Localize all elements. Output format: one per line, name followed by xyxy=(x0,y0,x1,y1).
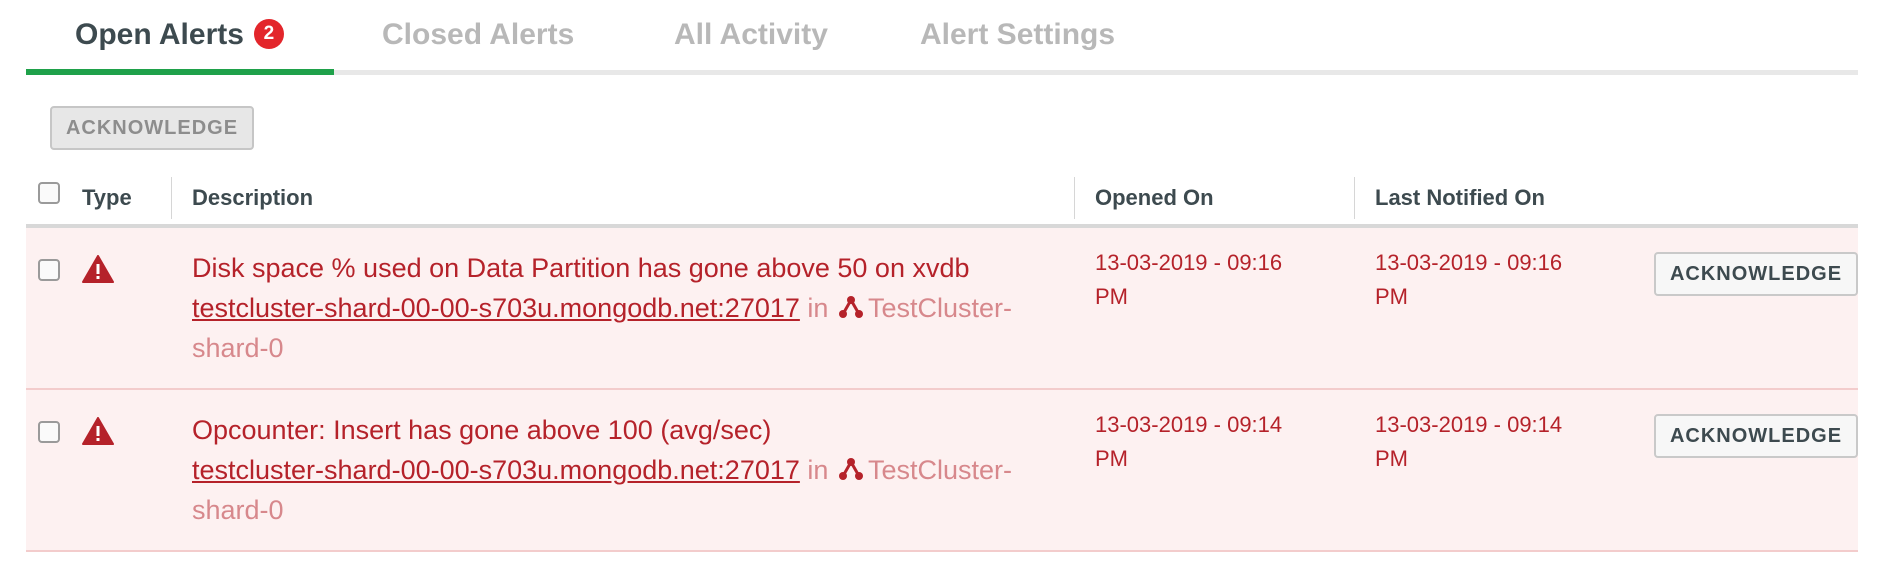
open-alerts-count-badge: 2 xyxy=(253,19,284,50)
tab-all-activity[interactable]: All Activity xyxy=(674,0,828,75)
cluster-link-continued[interactable]: shard-0 xyxy=(192,495,284,525)
warning-triangle-icon xyxy=(82,417,114,445)
alert-row: Disk space % used on Data Partition has … xyxy=(26,228,1858,390)
replica-set-icon xyxy=(838,296,863,318)
tab-closed-alerts[interactable]: Closed Alerts xyxy=(382,0,574,75)
header-description: Description xyxy=(192,185,314,210)
row-select-checkbox[interactable] xyxy=(38,421,60,443)
last-notified-value: 13-03-2019 - 09:14 PM xyxy=(1375,408,1605,476)
in-label: in xyxy=(807,455,829,485)
alerts-table-header: Type Description Opened On Last Notified… xyxy=(26,173,1858,228)
alert-description: Disk space % used on Data Partition has … xyxy=(192,248,1072,368)
last-notified-ampm: PM xyxy=(1375,446,1408,471)
opened-on-value: 13-03-2019 - 09:14 PM xyxy=(1095,408,1325,476)
cluster-link-continued[interactable]: shard-0 xyxy=(192,333,284,363)
cluster-link[interactable]: TestCluster- xyxy=(868,293,1012,323)
in-label: in xyxy=(807,293,829,323)
host-link[interactable]: testcluster-shard-00-00-s703u.mongodb.ne… xyxy=(192,455,800,485)
row-select-checkbox[interactable] xyxy=(38,259,60,281)
cluster-link[interactable]: TestCluster- xyxy=(868,455,1012,485)
header-divider xyxy=(1074,177,1075,219)
header-last-notified-on: Last Notified On xyxy=(1375,185,1545,210)
alert-description: Opcounter: Insert has gone above 100 (av… xyxy=(192,410,1072,530)
select-all-checkbox[interactable] xyxy=(38,182,60,204)
bulk-acknowledge-button[interactable]: ACKNOWLEDGE xyxy=(50,106,254,150)
last-notified-datetime: 13-03-2019 - 09:16 xyxy=(1375,250,1563,275)
tab-alert-settings[interactable]: Alert Settings xyxy=(920,0,1115,75)
acknowledge-button[interactable]: ACKNOWLEDGE xyxy=(1654,414,1858,458)
replica-set-icon xyxy=(838,458,863,480)
opened-on-ampm: PM xyxy=(1095,284,1128,309)
alert-message: Disk space % used on Data Partition has … xyxy=(192,253,970,283)
header-divider xyxy=(171,177,172,219)
active-tab-indicator xyxy=(26,69,334,75)
acknowledge-button[interactable]: ACKNOWLEDGE xyxy=(1654,252,1858,296)
opened-on-value: 13-03-2019 - 09:16 PM xyxy=(1095,246,1325,314)
alert-message: Opcounter: Insert has gone above 100 (av… xyxy=(192,415,772,445)
warning-triangle-icon xyxy=(82,255,114,283)
last-notified-value: 13-03-2019 - 09:16 PM xyxy=(1375,246,1605,314)
tab-open-alerts[interactable]: Open Alerts 2 xyxy=(75,0,284,75)
alert-row: Opcounter: Insert has gone above 100 (av… xyxy=(26,390,1858,552)
header-opened-on: Opened On xyxy=(1095,185,1214,210)
opened-on-datetime: 13-03-2019 - 09:14 xyxy=(1095,412,1283,437)
tab-open-alerts-label: Open Alerts xyxy=(75,18,244,51)
header-divider xyxy=(1354,177,1355,219)
opened-on-datetime: 13-03-2019 - 09:16 xyxy=(1095,250,1283,275)
last-notified-datetime: 13-03-2019 - 09:14 xyxy=(1375,412,1563,437)
header-type: Type xyxy=(82,185,132,210)
host-link[interactable]: testcluster-shard-00-00-s703u.mongodb.ne… xyxy=(192,293,800,323)
last-notified-ampm: PM xyxy=(1375,284,1408,309)
opened-on-ampm: PM xyxy=(1095,446,1128,471)
alerts-tab-bar: Open Alerts 2 Closed Alerts All Activity … xyxy=(26,0,1858,75)
